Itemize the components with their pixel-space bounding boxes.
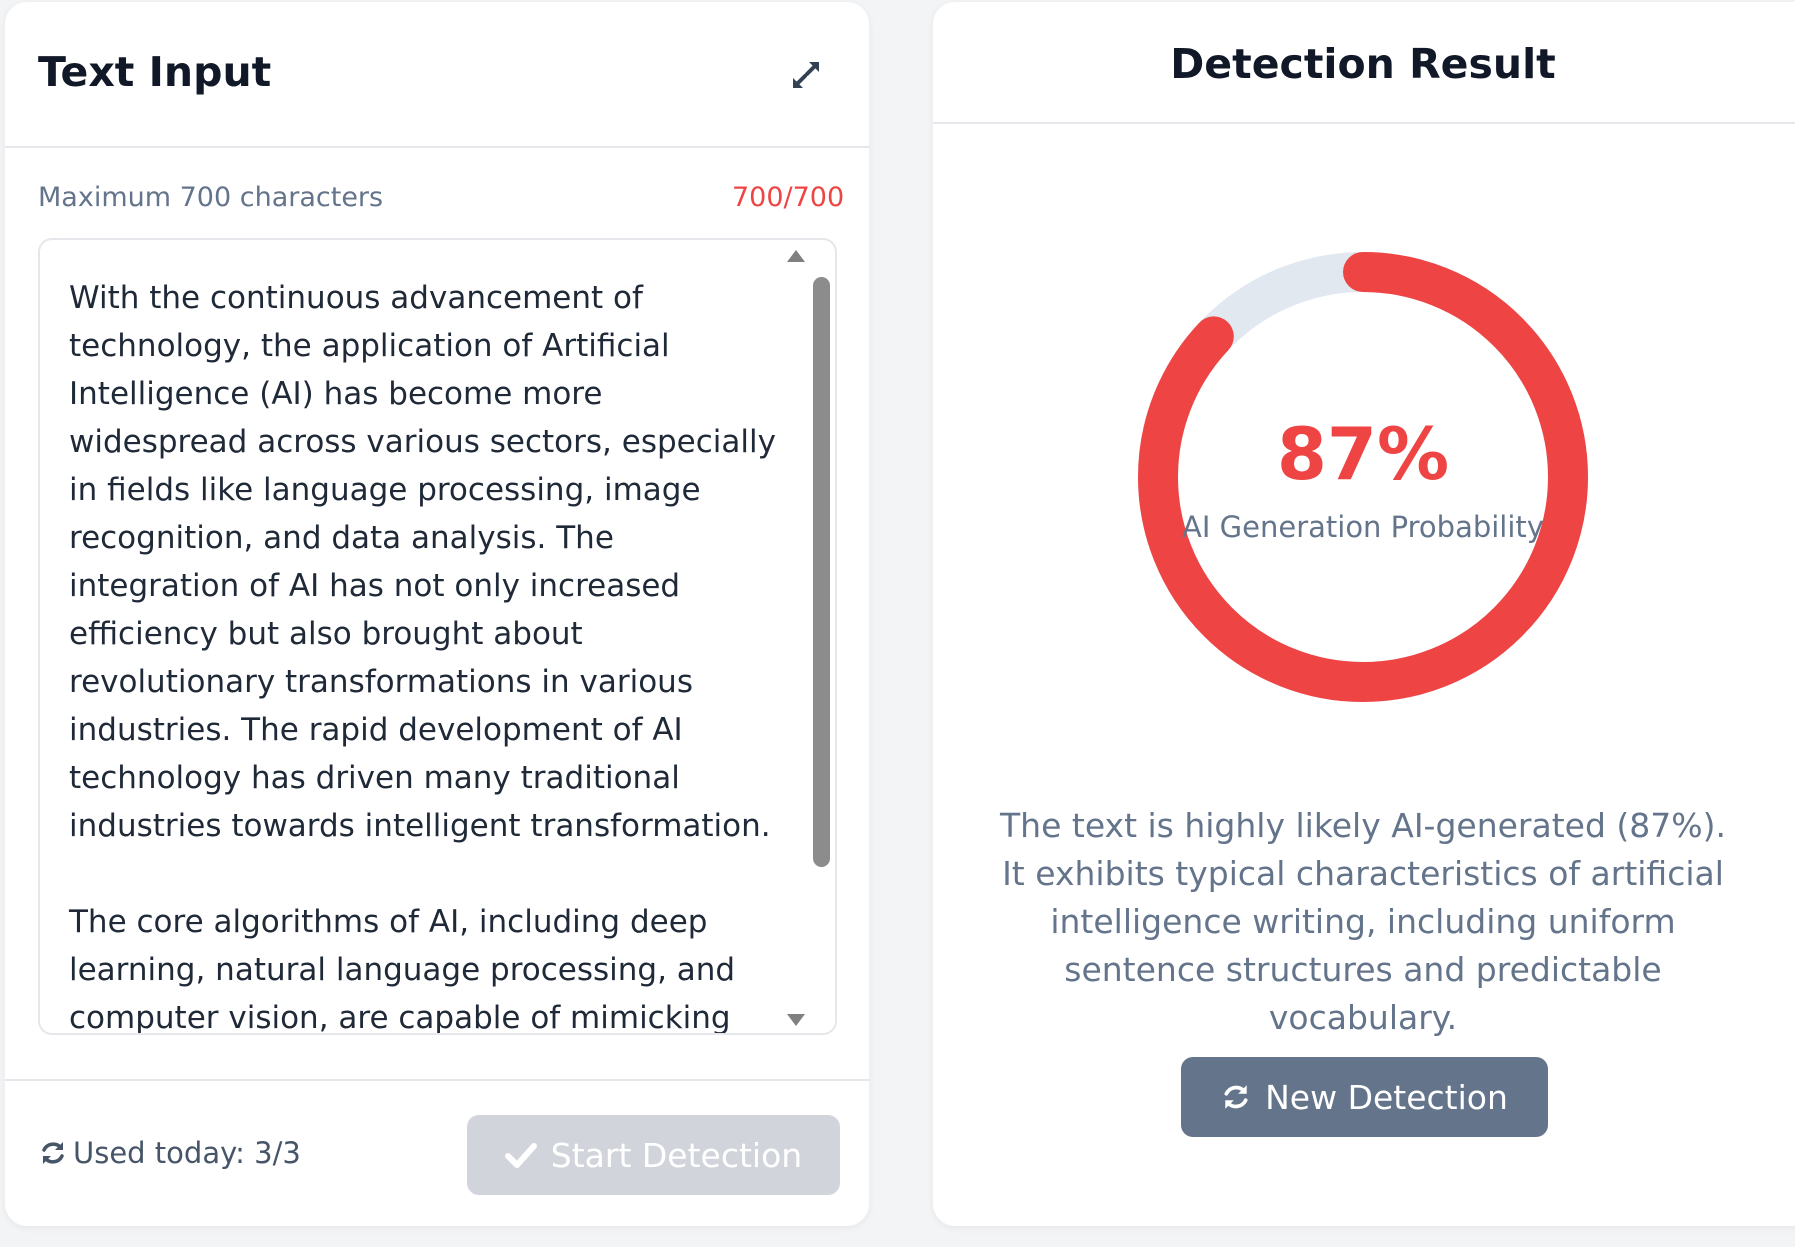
new-detection-button[interactable]: New Detection bbox=[1181, 1057, 1548, 1137]
probability-label: AI Generation Probability bbox=[1182, 510, 1544, 544]
footer-divider bbox=[5, 1079, 869, 1081]
probability-percent: 87% bbox=[1276, 412, 1450, 496]
character-counter: 700/700 bbox=[732, 182, 845, 213]
result-title: Detection Result bbox=[1170, 40, 1556, 88]
expand-icon[interactable] bbox=[789, 58, 823, 92]
detection-result-panel: Detection Result 87% AI Generation Proba… bbox=[933, 2, 1795, 1226]
input-text-content[interactable]: With the continuous advancement of techn… bbox=[69, 274, 779, 1033]
text-input-area[interactable]: With the continuous advancement of techn… bbox=[38, 238, 837, 1035]
refresh-icon bbox=[42, 1142, 64, 1164]
result-explanation: The text is highly likely AI-generated (… bbox=[1000, 806, 1726, 1037]
usage-indicator: Used today: 3/3 bbox=[39, 1136, 301, 1170]
refresh-icon bbox=[1224, 1085, 1248, 1109]
text-input-panel: Text Input Maximum 700 characters 700/70… bbox=[5, 2, 869, 1226]
check-icon bbox=[504, 1143, 537, 1168]
usage-text: Used today: 3/3 bbox=[73, 1136, 301, 1170]
start-detection-button[interactable]: Start Detection bbox=[467, 1115, 840, 1195]
result-header: Detection Result bbox=[933, 2, 1795, 124]
scrollbar-thumb[interactable] bbox=[813, 277, 830, 867]
panel-title: Text Input bbox=[38, 48, 272, 96]
new-detection-label: New Detection bbox=[1265, 1077, 1508, 1117]
character-limit-hint: Maximum 700 characters bbox=[38, 182, 384, 213]
scroll-down-arrow-icon[interactable] bbox=[787, 1014, 805, 1026]
scroll-up-arrow-icon[interactable] bbox=[787, 250, 805, 262]
start-detection-label: Start Detection bbox=[550, 1135, 803, 1175]
text-input-header: Text Input bbox=[5, 2, 869, 148]
